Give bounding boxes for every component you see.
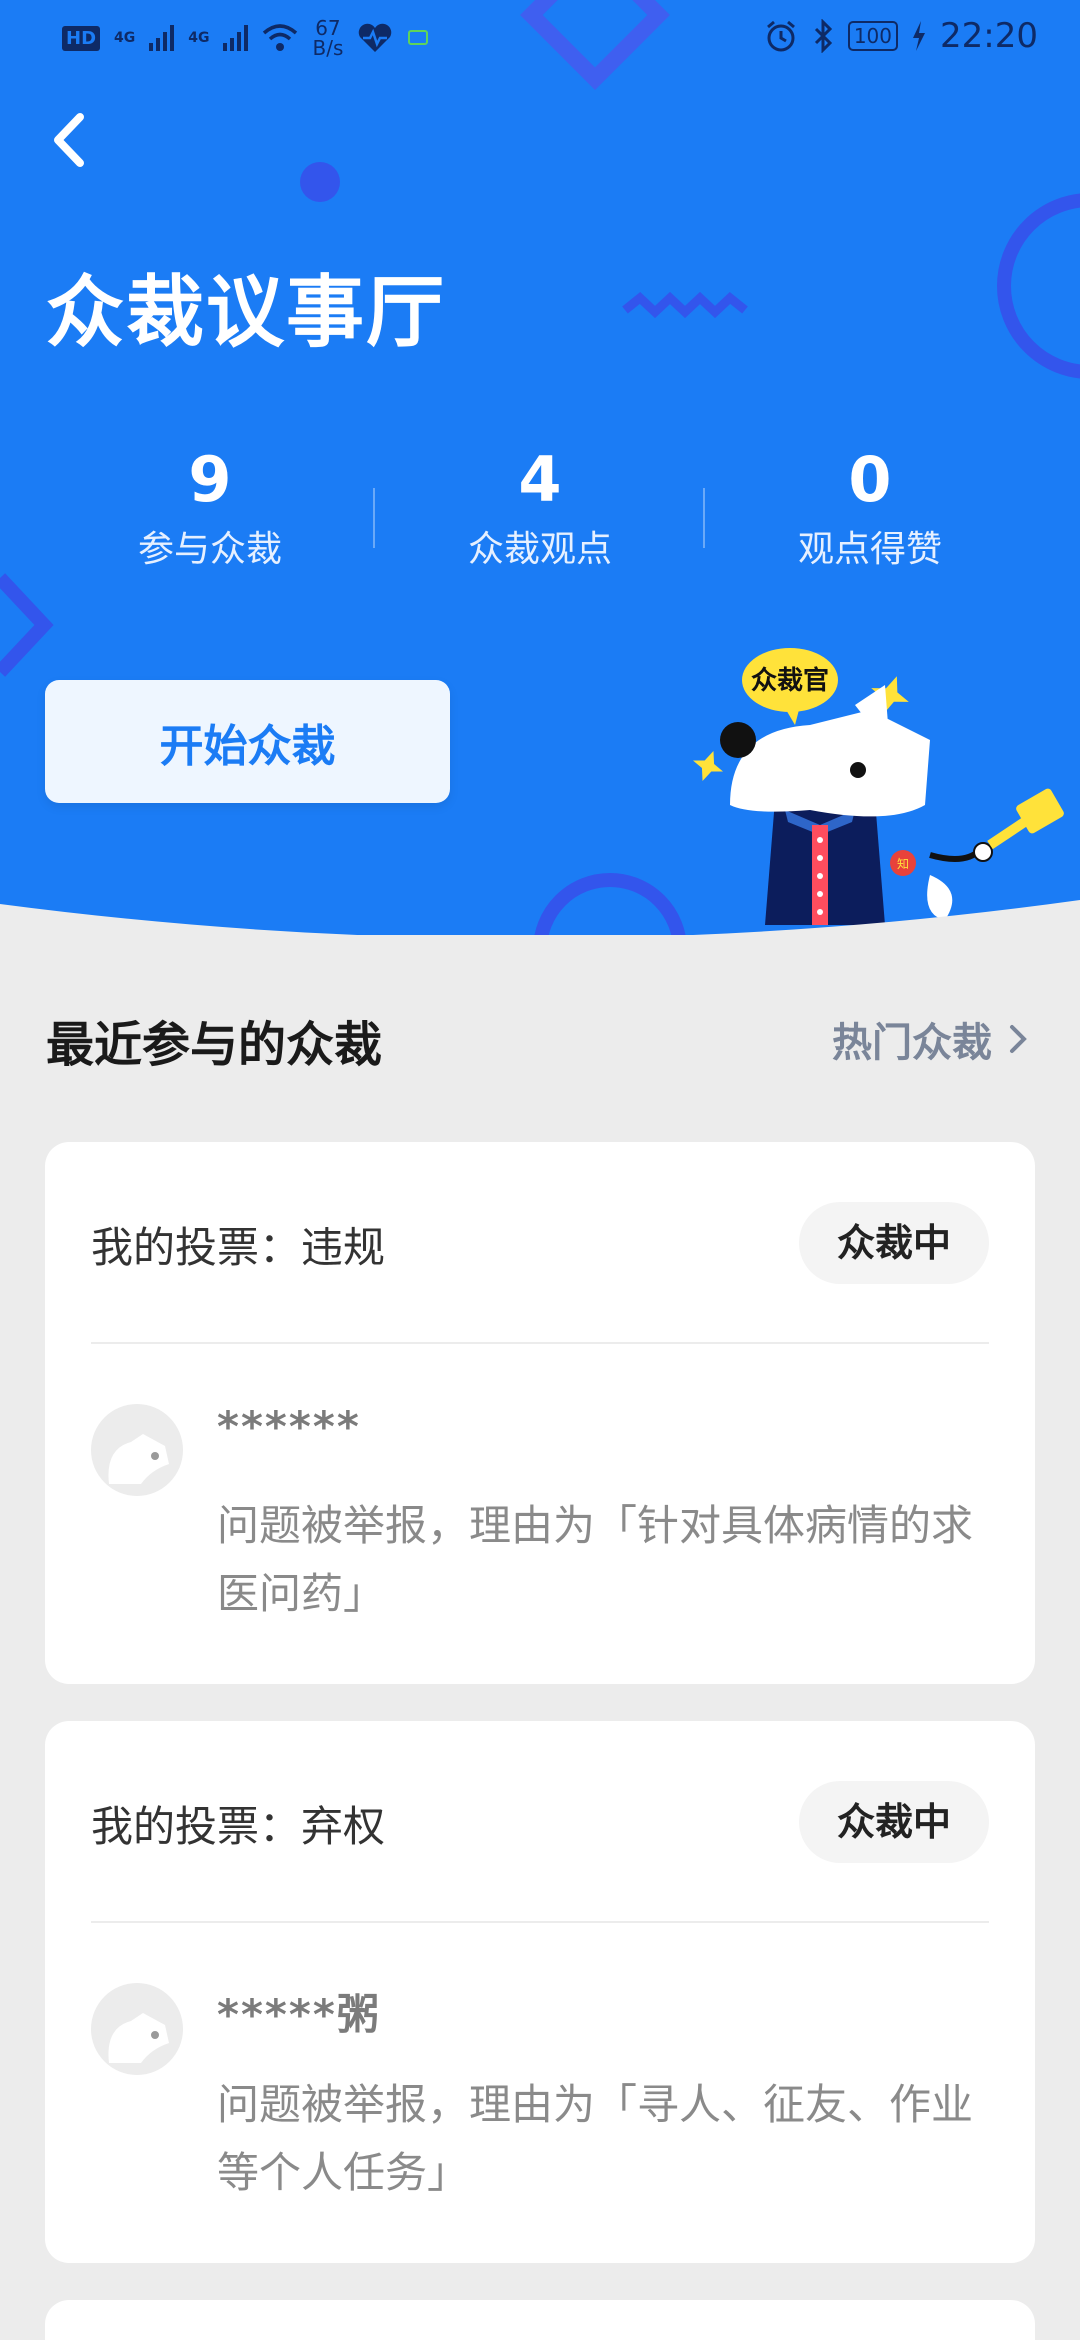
signal-icon xyxy=(149,25,175,51)
my-vote: 我的投票：违规 xyxy=(91,1223,386,1272)
signal-icon xyxy=(223,25,249,51)
zigzag-decoration xyxy=(622,291,748,319)
heart-rate-icon xyxy=(359,23,392,52)
report-reason: 问题被举报，理由为「寻人、征友、作业等个人任务」 xyxy=(217,2080,974,2197)
hd-indicator: HD xyxy=(62,25,101,51)
alarm-icon xyxy=(766,20,795,52)
stat-value: 9 xyxy=(188,443,232,516)
hot-reviews-label: 热门众裁 xyxy=(832,1020,992,1066)
network-type-2: 4G xyxy=(188,30,210,46)
page: HD 4G 4G 67 B/s 100 22:20 众裁议事厅 9 参与众裁 4… xyxy=(0,0,1080,2340)
review-card[interactable]: 我的投票：弃权 众裁中 *****粥 问题被举报，理由为「寻人、征友、作业等个人… xyxy=(45,1721,1035,2263)
section-title: 最近参与的众裁 xyxy=(46,1017,383,1073)
wifi-icon xyxy=(263,24,298,51)
report-reason: 问题被举报，理由为「针对具体病情的求医问药」 xyxy=(217,1501,974,1618)
ring-decoration xyxy=(997,193,1080,379)
chevron-right-icon xyxy=(1010,1025,1027,1053)
hero-banner: HD 4G 4G 67 B/s 100 22:20 众裁议事厅 9 参与众裁 4… xyxy=(0,0,1080,935)
avatar xyxy=(91,1404,183,1496)
avatar xyxy=(91,1983,183,2075)
stat-label: 观点得赞 xyxy=(797,529,942,570)
card-header: 我的投票：违规 众裁中 xyxy=(91,1142,989,1344)
hot-reviews-link[interactable]: 热门众裁 xyxy=(832,1010,1030,1068)
start-review-button[interactable]: 开始众裁 xyxy=(45,680,450,803)
battery-icon: 100 xyxy=(847,21,899,51)
network-type-1: 4G xyxy=(114,30,136,46)
user-name: ****** xyxy=(217,1402,361,1451)
stats-row: 9 参与众裁 4 众裁观点 0 观点得赞 xyxy=(0,440,1080,590)
stat-value: 4 xyxy=(518,443,562,516)
stat-divider xyxy=(373,488,375,548)
dog-avatar-icon xyxy=(108,1434,169,1484)
stat-divider xyxy=(703,488,705,548)
status-badge: 众裁中 xyxy=(798,1202,989,1284)
stat-label: 众裁观点 xyxy=(467,529,612,570)
page-title: 众裁议事厅 xyxy=(46,268,447,358)
charging-icon xyxy=(913,21,926,51)
review-card[interactable] xyxy=(45,2300,1035,2340)
my-vote: 我的投票：弃权 xyxy=(91,1802,386,1851)
mascot-chest-mark: 知 xyxy=(897,857,909,871)
network-speed: 67 B/s xyxy=(312,18,343,58)
dog-avatar-icon xyxy=(108,2013,169,2063)
chevron-left-icon[interactable] xyxy=(40,105,100,175)
user-name: *****粥 xyxy=(217,1990,381,2039)
stat-likes: 0 观点得赞 xyxy=(720,440,1020,580)
review-card[interactable]: 我的投票：违规 众裁中 ****** 问题被举报，理由为「针对具体病情的求医问药… xyxy=(45,1142,1035,1684)
bluetooth-icon xyxy=(814,19,832,53)
status-badge: 众裁中 xyxy=(798,1781,989,1863)
hero-curve xyxy=(0,900,1080,935)
stat-value: 0 xyxy=(848,443,892,516)
card-header: 我的投票：弃权 众裁中 xyxy=(91,1721,989,1923)
message-icon xyxy=(408,30,429,45)
stat-label: 参与众裁 xyxy=(137,529,282,570)
mascot-badge-text: 众裁官 xyxy=(751,665,829,696)
clock: 22:20 xyxy=(940,16,1038,56)
speed-unit: B/s xyxy=(312,36,344,60)
dot-decoration xyxy=(300,162,340,202)
stat-participations: 9 参与众裁 xyxy=(60,440,360,580)
status-bar: HD 4G 4G 67 B/s 100 22:20 xyxy=(0,0,1080,78)
stat-opinions: 4 众裁观点 xyxy=(390,440,690,580)
